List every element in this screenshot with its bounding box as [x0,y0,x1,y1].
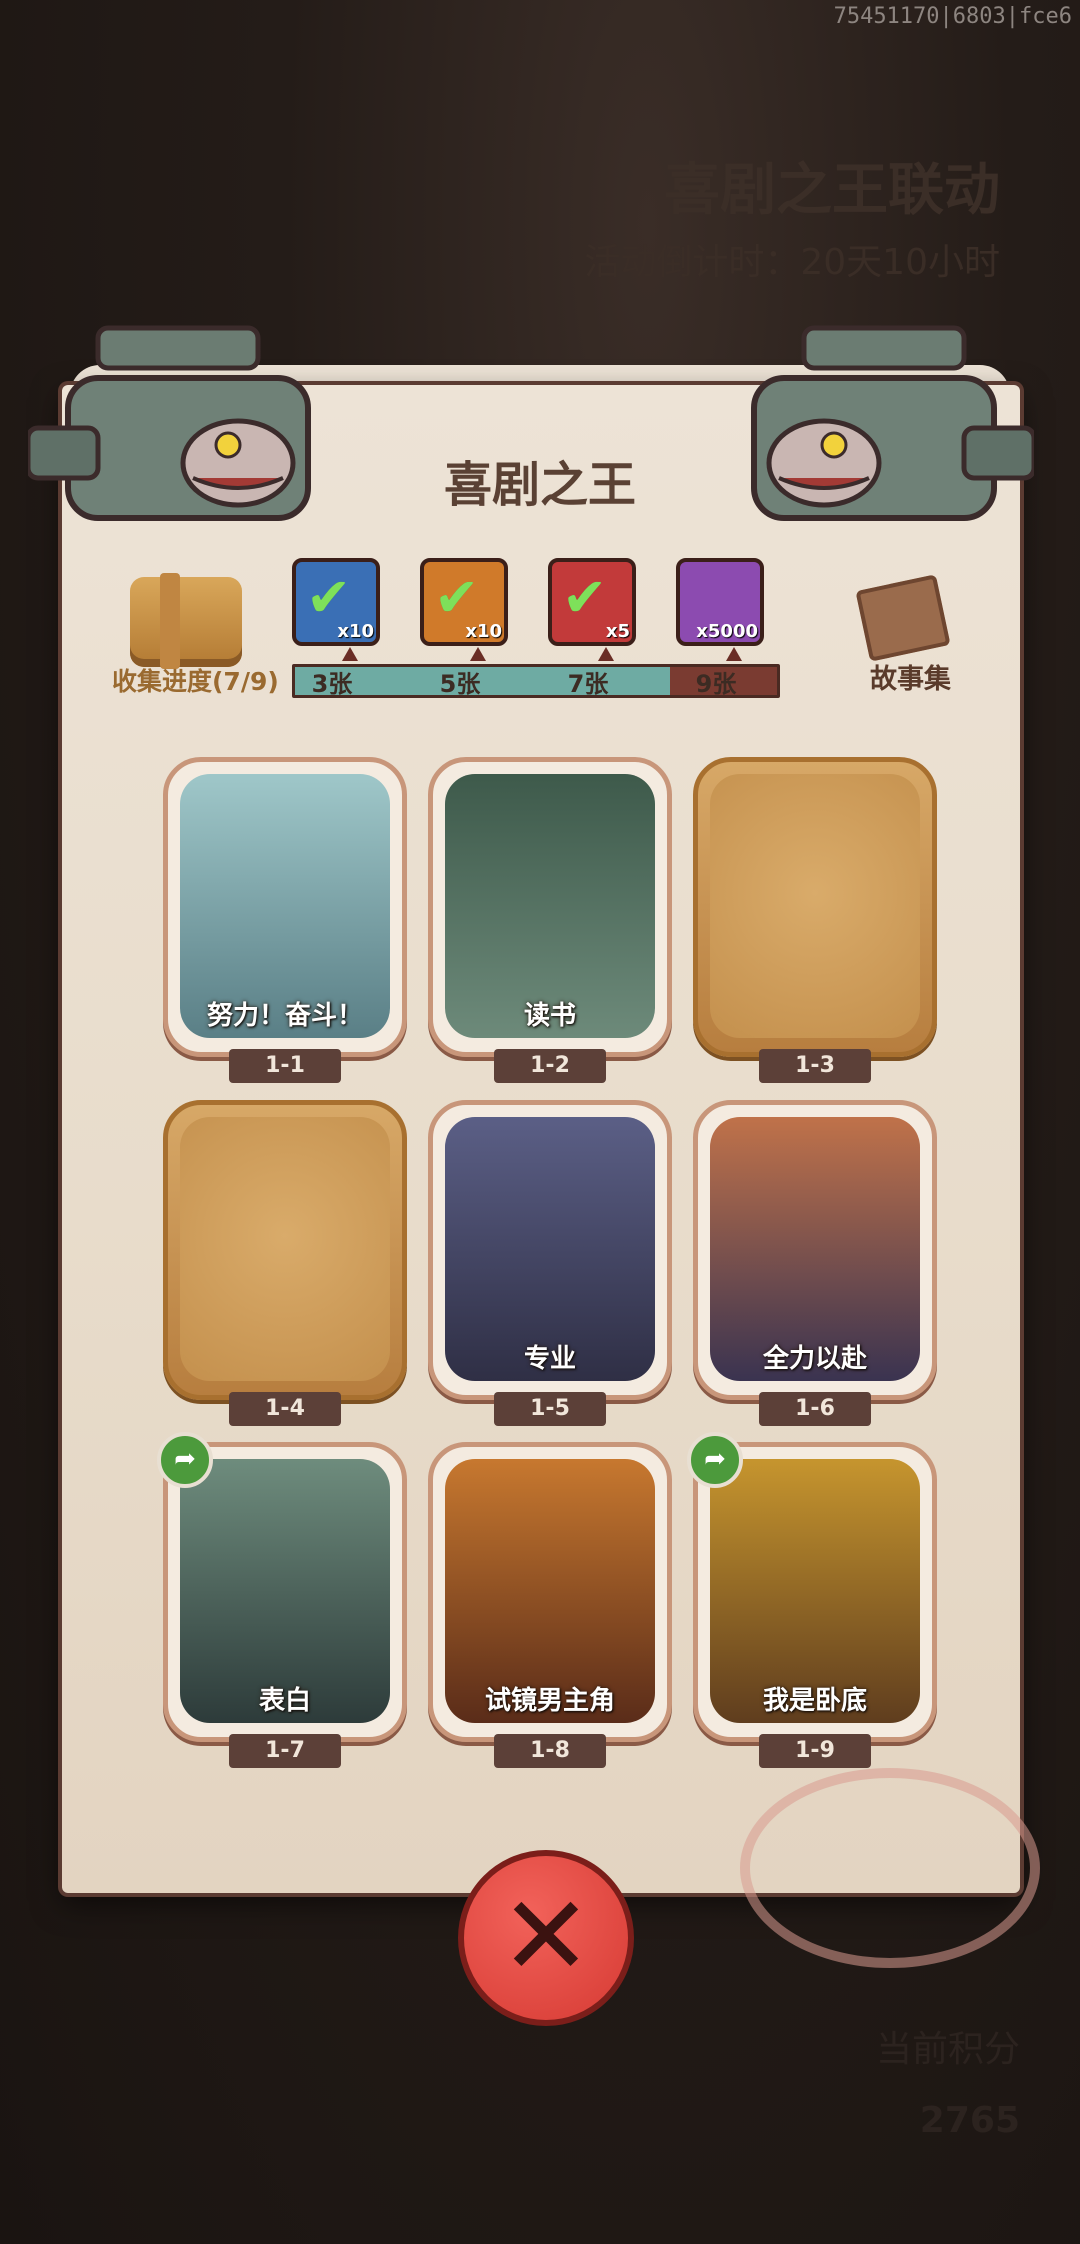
milestone-marker-icon [726,647,742,661]
card-number-badge: 1-1 [229,1049,341,1083]
card-title: 专业 [523,1344,576,1374]
watermark: 75451170|6803|fce6 [833,4,1072,29]
locked-card-placeholder [180,1117,390,1381]
reward-quantity: x5000 [696,621,758,642]
stamp-seal [740,1768,1040,1968]
story-card[interactable]: 全力以赴 [693,1100,937,1400]
share-icon[interactable]: ➦ [157,1432,213,1488]
share-icon[interactable]: ➦ [687,1432,743,1488]
card-title: 我是卧底 [762,1686,867,1716]
storybook-label[interactable]: 故事集 [870,657,951,696]
card-number-badge: 1-2 [494,1049,606,1083]
card-number-badge: 1-3 [759,1049,871,1083]
card-number-badge: 1-6 [759,1392,871,1426]
check-icon: ✔ [306,566,352,629]
treasure-chest-icon[interactable]: ✔ x10 [292,558,380,646]
background-event-title: 喜剧之王联动 [664,158,1000,223]
background-countdown: 活动倒计时：20天10小时 [584,242,1000,283]
check-icon: ✔ [434,566,480,629]
milestone-label: 5张 [439,670,481,698]
reward-quantity: x10 [337,621,374,642]
milestone-label: 9张 [695,670,737,698]
background-points-value: 2765 [919,2100,1020,2141]
card-number-badge: 1-8 [494,1734,606,1768]
story-card[interactable]: 表白 [163,1442,407,1742]
card-title: 全力以赴 [762,1344,867,1374]
background-points-label: 当前积分 [875,2029,1020,2070]
camera-mascot-icon [751,325,1034,521]
reward-quantity: x5 [605,621,630,642]
story-card[interactable]: 试镜男主角 [428,1442,672,1742]
card-number-badge: 1-9 [759,1734,871,1768]
card-title: 努力！奋斗！ [206,1001,363,1031]
close-button[interactable]: ✕ [458,1850,634,2026]
reward-quantity: x10 [465,621,502,642]
story-card[interactable] [163,1100,407,1400]
card-number-badge: 1-4 [229,1392,341,1426]
story-card[interactable]: 我是卧底 [693,1442,937,1742]
card-number-badge: 1-5 [494,1392,606,1426]
panel-title: 喜剧之王 [443,457,636,513]
collection-chest-icon[interactable] [130,573,242,669]
milestone-label: 3张 [311,670,353,698]
card-title: 试镜男主角 [484,1686,615,1716]
card-title: 表白 [258,1686,311,1716]
milestone-label: 7张 [567,670,609,698]
check-icon: ✔ [562,566,608,629]
story-card[interactable]: 努力！奋斗！ [163,757,407,1057]
milestone-marker-icon [470,647,486,661]
scroll-icon[interactable]: ✔ x10 [420,558,508,646]
locked-card-placeholder [710,774,920,1038]
card-number-badge: 1-7 [229,1734,341,1768]
milestone-marker-icon [598,647,614,661]
orb-icon[interactable]: ✔ x5 [548,558,636,646]
card-title: 读书 [523,1001,576,1031]
milestone-marker-icon [342,647,358,661]
crystal-icon[interactable]: x5000 [676,558,764,646]
camera-mascot-icon [28,325,311,521]
story-card[interactable] [693,757,937,1057]
story-card[interactable]: 专业 [428,1100,672,1400]
collect-progress-label: 收集进度(7/9) [112,667,279,696]
story-card[interactable]: 读书 [428,757,672,1057]
